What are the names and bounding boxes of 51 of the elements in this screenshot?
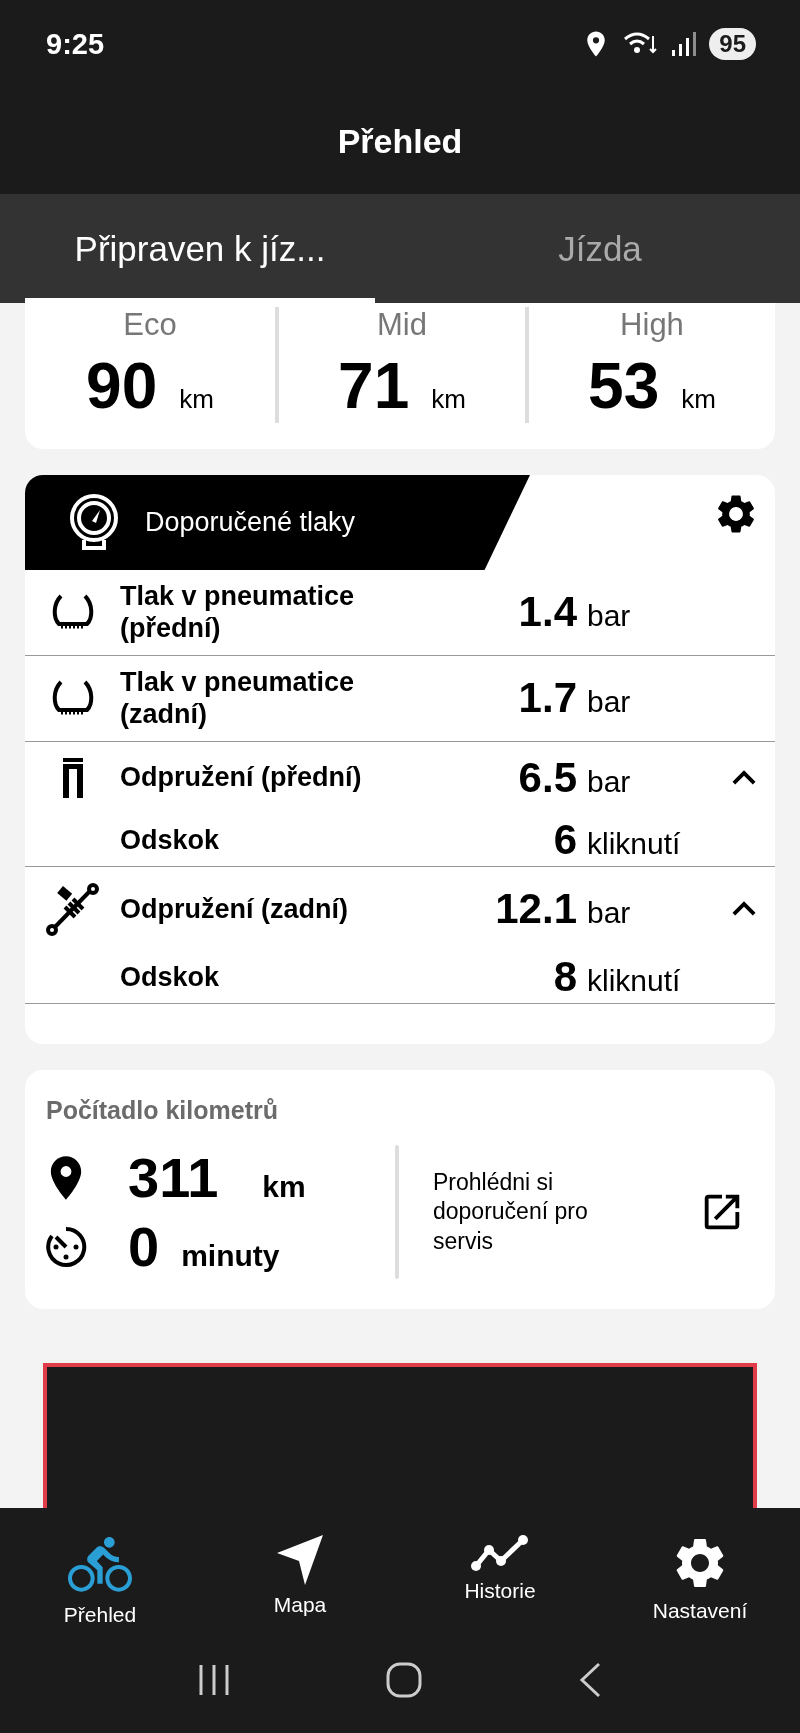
- pressure-label: Odpružení (zadní): [120, 892, 349, 926]
- mode-label: High: [620, 307, 684, 343]
- gauge-icon: [67, 492, 121, 553]
- battery-level: 95: [709, 28, 756, 60]
- nav-item[interactable]: Mapa: [200, 1533, 400, 1627]
- rebound-value: 8: [552, 953, 577, 1002]
- unit-label: km: [179, 384, 214, 415]
- unit-label: minuty: [181, 1239, 280, 1274]
- unit-label: km: [262, 1170, 306, 1205]
- signal-icon: [671, 30, 698, 58]
- home-icon[interactable]: [386, 1662, 422, 1698]
- page-title: Přehled: [337, 121, 463, 161]
- unit-label: bar: [586, 763, 632, 799]
- recent-apps-icon[interactable]: [198, 1663, 230, 1697]
- tab[interactable]: Jízda: [425, 194, 775, 303]
- nav-item[interactable]: Přehled: [0, 1533, 200, 1627]
- pressure-label: Odpružení (přední): [120, 761, 363, 795]
- status-time: 9:25: [46, 27, 105, 61]
- pressure-label: Tlak v pneumatice (zadní): [120, 665, 356, 732]
- service-link[interactable]: Prohlédni si doporučení pro servis: [399, 1145, 775, 1280]
- card-title: Počítadlo kilometrů: [45, 1095, 279, 1126]
- navigation-arrow-icon: [275, 1533, 325, 1587]
- mode-label: Eco: [123, 307, 177, 343]
- pressure-value: 1.7: [517, 674, 577, 723]
- rebound-label: Odskok: [120, 823, 221, 857]
- range-value: 90: [86, 349, 158, 423]
- pressure-value: 6.5: [517, 753, 577, 802]
- unit-label: bar: [586, 684, 632, 720]
- range-value: 53: [588, 349, 660, 423]
- back-icon[interactable]: [578, 1662, 602, 1698]
- unit-label: km: [431, 384, 466, 415]
- mode-label: Mid: [377, 307, 427, 343]
- unit-label: kliknutí: [586, 963, 682, 999]
- unit-label: km: [681, 384, 716, 415]
- unit-label: bar: [586, 894, 632, 930]
- range-value: 71: [338, 349, 410, 423]
- nav-item[interactable]: Historie: [400, 1533, 600, 1627]
- nav-item[interactable]: Nastavení: [600, 1533, 800, 1627]
- shock-absorber-icon: [44, 880, 101, 937]
- distance-value: 311: [128, 1145, 219, 1211]
- pressure-label: Tlak v pneumatice (přední): [120, 580, 356, 646]
- pressure-value: 1.4: [517, 588, 577, 637]
- rebound-value: 6: [552, 815, 577, 864]
- pressure-value: 12.1: [494, 884, 577, 933]
- timer-icon: [44, 1224, 88, 1269]
- unit-label: kliknutí: [586, 825, 682, 861]
- duration-value: 0: [128, 1214, 160, 1280]
- rebound-label: Odskok: [120, 960, 221, 994]
- line-graph-icon: [471, 1533, 529, 1573]
- section-title: Doporučené tlaky: [145, 507, 356, 538]
- unit-label: bar: [586, 598, 632, 634]
